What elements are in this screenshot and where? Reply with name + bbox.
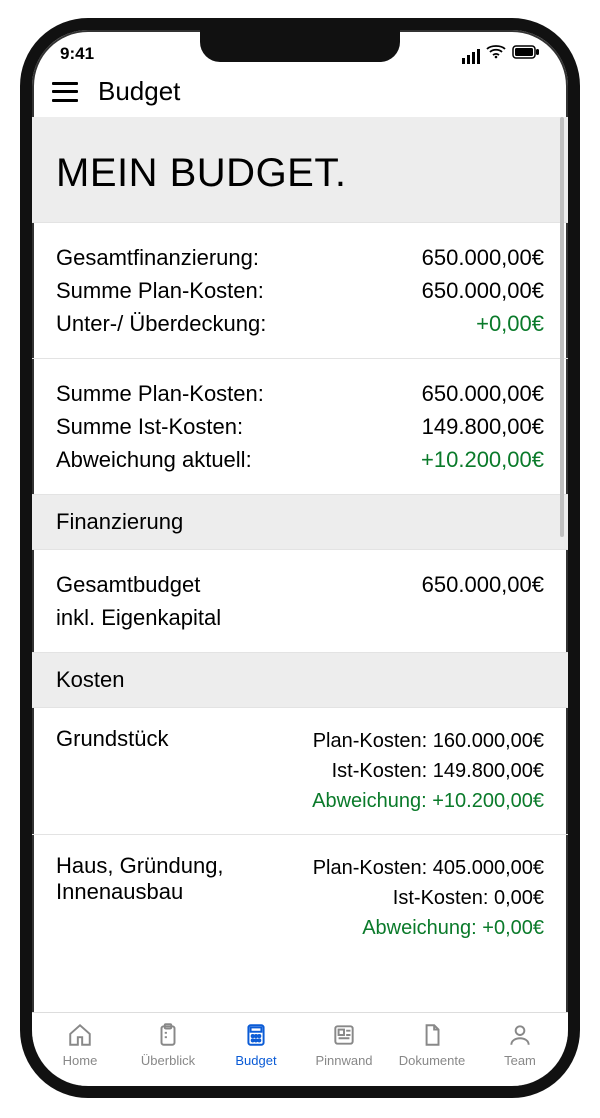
title-line: Innenausbau: [56, 879, 183, 904]
tab-dokumente[interactable]: Dokumente: [388, 1021, 476, 1068]
gesamtbudget-row: Gesamtbudget inkl. Eigenkapital 650.000,…: [32, 549, 568, 652]
row-label: Summe Plan-Kosten:: [56, 377, 264, 410]
row-label: Unter-/ Überdeckung:: [56, 307, 266, 340]
cost-plan: Plan-Kosten: 160.000,00€: [312, 726, 544, 756]
tab-label: Home: [36, 1053, 124, 1068]
cost-abweichung: Abweichung: +0,00€: [313, 913, 544, 943]
tab-label: Pinnwand: [300, 1053, 388, 1068]
cost-item-haus[interactable]: Haus, Gründung, Innenausbau Plan-Kosten:…: [32, 834, 568, 961]
hero-title: MEIN BUDGET.: [56, 151, 544, 196]
tab-bar: Home Überblick Budget Pinnwand Dokumente…: [32, 1012, 568, 1086]
row-label: Summe Plan-Kosten:: [56, 274, 264, 307]
row-value: +0,00€: [476, 307, 544, 340]
content-scroll[interactable]: MEIN BUDGET. Gesamtfinanzierung: 650.000,…: [32, 117, 568, 977]
row-value: 650.000,00€: [422, 568, 544, 634]
row-value: 650.000,00€: [422, 241, 544, 274]
summary-block-2: Summe Plan-Kosten: 650.000,00€ Summe Ist-…: [32, 358, 568, 494]
summary-block-1: Gesamtfinanzierung: 650.000,00€ Summe Pla…: [32, 222, 568, 358]
tab-pinnwand[interactable]: Pinnwand: [300, 1021, 388, 1068]
page-title: Budget: [98, 76, 180, 107]
tab-label: Überblick: [124, 1053, 212, 1068]
tab-label: Dokumente: [388, 1053, 476, 1068]
row-value: +10.200,00€: [421, 443, 544, 476]
tab-ueberblick[interactable]: Überblick: [124, 1021, 212, 1068]
row-label: Gesamtfinanzierung:: [56, 241, 259, 274]
label-line: Gesamtbudget: [56, 572, 200, 597]
cost-ist: Ist-Kosten: 149.800,00€: [312, 756, 544, 786]
battery-icon: [512, 44, 540, 64]
nav-bar: Budget: [32, 70, 568, 117]
notch: [200, 30, 400, 62]
tab-budget[interactable]: Budget: [212, 1021, 300, 1068]
label-line: inkl. Eigenkapital: [56, 605, 221, 630]
signal-icon: [460, 44, 480, 64]
cost-abweichung: Abweichung: +10.200,00€: [312, 786, 544, 816]
scrollbar[interactable]: [560, 117, 564, 537]
cost-plan: Plan-Kosten: 405.000,00€: [313, 853, 544, 883]
wifi-icon: [486, 44, 506, 64]
section-header-finanzierung: Finanzierung: [32, 494, 568, 549]
status-time: 9:41: [60, 44, 94, 64]
tab-label: Team: [476, 1053, 564, 1068]
row-value: 650.000,00€: [422, 274, 544, 307]
row-label: Gesamtbudget inkl. Eigenkapital: [56, 568, 221, 634]
menu-icon[interactable]: [52, 82, 78, 102]
cost-ist: Ist-Kosten: 0,00€: [313, 883, 544, 913]
cost-item-grundstueck[interactable]: Grundstück Plan-Kosten: 160.000,00€ Ist-…: [32, 707, 568, 834]
calculator-icon: [212, 1021, 300, 1049]
hero-section: MEIN BUDGET.: [32, 117, 568, 222]
phone-frame: 9:41 Budget MEIN BUDGET. Gesamtfinanzier…: [20, 18, 580, 1098]
tab-label: Budget: [212, 1053, 300, 1068]
row-label: Summe Ist-Kosten:: [56, 410, 243, 443]
cost-title: Grundstück: [56, 726, 312, 816]
row-value: 650.000,00€: [422, 377, 544, 410]
cost-title: Haus, Gründung, Innenausbau: [56, 853, 313, 943]
row-value: 149.800,00€: [422, 410, 544, 443]
tab-home[interactable]: Home: [36, 1021, 124, 1068]
tab-team[interactable]: Team: [476, 1021, 564, 1068]
title-line: Haus, Gründung,: [56, 853, 224, 878]
document-icon: [388, 1021, 476, 1049]
person-icon: [476, 1021, 564, 1049]
pinboard-icon: [300, 1021, 388, 1049]
home-icon: [36, 1021, 124, 1049]
section-header-kosten: Kosten: [32, 652, 568, 707]
row-label: Abweichung aktuell:: [56, 443, 252, 476]
clipboard-icon: [124, 1021, 212, 1049]
